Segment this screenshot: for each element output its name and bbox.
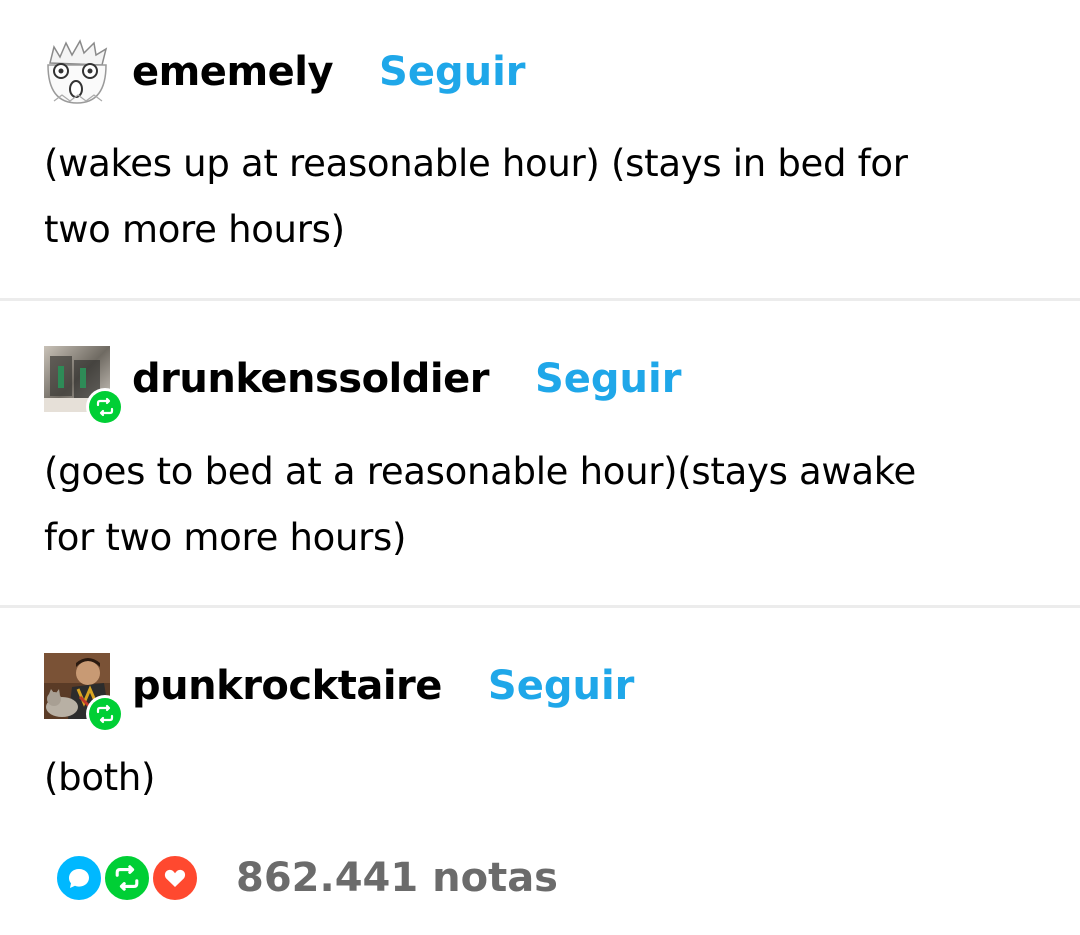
avatar[interactable]	[44, 653, 124, 733]
notes-summary[interactable]: 862.441 notas	[54, 850, 558, 906]
post-punkrocktaire: punkrocktaire Seguir (both)	[0, 0, 1080, 935]
reblog-icon	[102, 853, 152, 903]
notes-count[interactable]: 862.441 notas	[236, 855, 558, 901]
post-text-line: (both)	[44, 756, 156, 799]
like-icon	[150, 853, 200, 903]
reblog-badge	[86, 695, 124, 733]
follow-button[interactable]: Seguir	[488, 663, 634, 709]
reblog-badge-icon	[89, 698, 121, 730]
post-text: (both)	[44, 745, 1034, 811]
username[interactable]: punkrocktaire	[132, 663, 442, 709]
post-header: punkrocktaire Seguir	[44, 653, 634, 733]
reply-icon	[54, 853, 104, 903]
note-icons	[54, 850, 206, 906]
